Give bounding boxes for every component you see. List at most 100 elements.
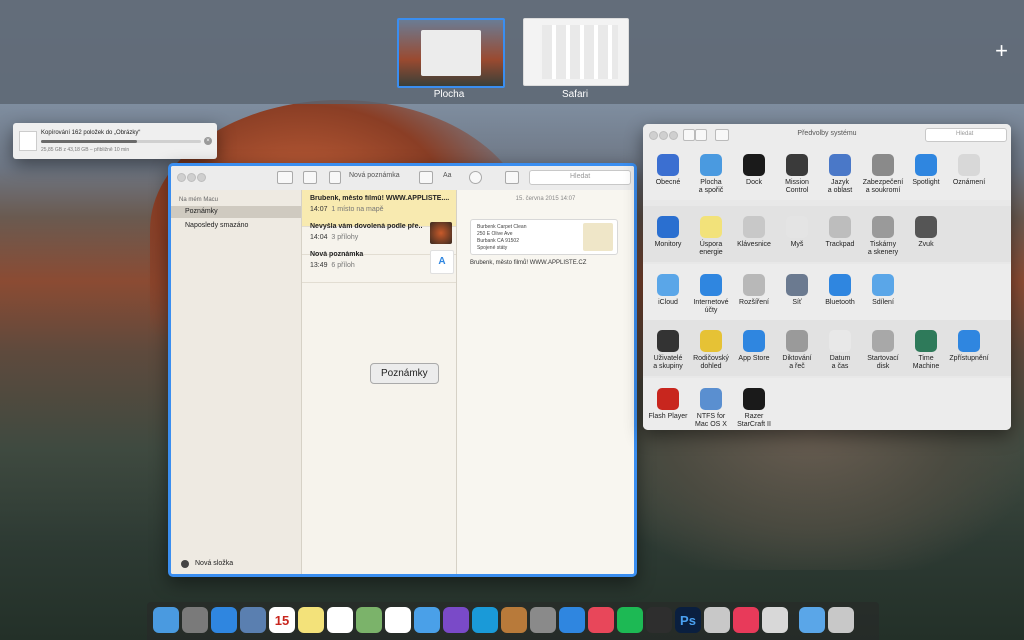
pref-pane-label: a spořič [698, 187, 724, 194]
app-store-dock-icon[interactable] [559, 607, 585, 633]
new-note-button[interactable]: Nová poznámka [349, 172, 400, 179]
prefs-row: Obecné Plocha a spořič Dock Mission Control Ja… [643, 144, 1011, 200]
pref-pane-item[interactable]: Sdílení [848, 274, 918, 307]
sidebar-section-title: Na mém Macu [179, 197, 219, 203]
pref-pane-label: Oznámení [952, 179, 986, 186]
prefs-toolbar: Předvolby systému Hledat [643, 124, 1011, 145]
pref-pane-label: účty [704, 307, 718, 314]
new-folder-label: Nová složka [195, 560, 234, 567]
map-card[interactable]: Burbenk Carpet Clean 250 E Olive Ave Bur… [470, 219, 618, 255]
map-address: Burbenk Carpet Clean [477, 224, 527, 230]
space-thumbnail-plocha[interactable] [397, 18, 505, 88]
share-icon[interactable] [505, 171, 519, 184]
map-address: 250 E Olive Ave [477, 231, 513, 237]
note-detail: 3 přílohy [331, 234, 359, 241]
sound-icon [915, 216, 937, 238]
pref-pane-label: Machine [912, 363, 940, 370]
list-item[interactable]: Nová poznámka 13:49 6 příloh A [302, 246, 456, 283]
system-preferences-icon[interactable] [530, 607, 556, 633]
system-preferences-window: Předvolby systému Hledat Obecné Plocha a s… [643, 124, 1011, 430]
pref-pane-label: energie [699, 249, 723, 256]
preview-icon[interactable] [240, 607, 266, 633]
calendar-icon[interactable]: 15 [269, 607, 295, 633]
trash-icon[interactable] [828, 607, 854, 633]
folder-item-recently-deleted[interactable]: Naposledy smazáno [171, 220, 301, 232]
copy-title: Kopírování 162 položek do „Obrázky“ [41, 130, 141, 136]
scrivener-icon[interactable] [443, 607, 469, 633]
format-button[interactable]: Aa [443, 172, 452, 179]
map-address: Spojené státy [477, 245, 508, 251]
add-folder-icon [181, 560, 189, 568]
launchpad-icon[interactable] [182, 607, 208, 633]
skype-icon[interactable] [472, 607, 498, 633]
evernote-icon[interactable] [646, 607, 672, 633]
notes-window: Nová poznámka Aa Hledat Na mém Macu Pozn… [168, 163, 637, 577]
pref-pane-item[interactable]: Razer StarCraft II [719, 388, 789, 429]
prefs-row: iCloud Internetové účty Rozšíření Síť Bluetoo… [643, 264, 1011, 320]
note-editor[interactable]: 15. června 2015 14:07 Burbenk Carpet Cle… [457, 190, 634, 574]
new-folder-button[interactable]: Nová složka [181, 560, 291, 570]
minimize-button[interactable] [187, 173, 196, 182]
space-label: Safari [561, 89, 589, 100]
notes-icon[interactable] [298, 607, 324, 633]
note-title: Nová poznámka [310, 251, 364, 258]
finder-icon[interactable] [153, 607, 179, 633]
lips-icon[interactable] [733, 607, 759, 633]
note-meta: 14:04 3 přílohy [310, 234, 358, 241]
zoom-button[interactable] [197, 173, 206, 182]
copy-detail: 25,85 GB z 43,18 GB – přibližně 10 min [41, 147, 130, 153]
note-time: 13:49 [310, 262, 328, 269]
map-address: Burbank CA 91502 [477, 238, 519, 244]
document-icon [19, 131, 37, 151]
checklist-icon[interactable] [419, 171, 433, 184]
folder-item-poznamky[interactable]: Poznámky [171, 206, 301, 218]
pref-pane-item[interactable]: Zvuk [891, 216, 961, 249]
pref-pane-label: dohled [700, 363, 722, 370]
messages-icon[interactable] [414, 607, 440, 633]
pref-pane-label: Sdílení [872, 299, 894, 306]
dock: 15 Ps [147, 602, 879, 640]
sidebar-toggle-icon[interactable] [277, 171, 293, 184]
note-title: Nevyšla vám dovolená podle pře... [310, 223, 422, 230]
attachments-icon[interactable] [303, 171, 317, 184]
spotify-icon[interactable] [617, 607, 643, 633]
maps-icon[interactable] [356, 607, 382, 633]
window-label: Poznámky [370, 363, 439, 384]
copy-progress-bar [41, 140, 201, 143]
color-icon[interactable] [469, 171, 482, 184]
folder-icon[interactable] [799, 607, 825, 633]
itunes-icon[interactable] [588, 607, 614, 633]
close-button[interactable] [177, 173, 186, 182]
note-time: 14:04 [310, 234, 328, 241]
ibooks-icon[interactable] [501, 607, 527, 633]
pref-pane-item[interactable]: Oznámení [934, 154, 1004, 187]
cancel-copy-icon[interactable]: × [204, 137, 212, 145]
utility-icon[interactable] [762, 607, 788, 633]
note-detail: 1 místo na mapě [331, 206, 384, 213]
note-meta: 13:49 6 příloh [310, 262, 355, 269]
note-date: 15. června 2015 14:07 [515, 196, 576, 202]
photos-icon[interactable] [385, 607, 411, 633]
copy-progress-fill [41, 140, 137, 143]
photoshop-icon[interactable]: Ps [675, 607, 701, 633]
note-meta: 14:07 1 místo na mapě [310, 206, 384, 213]
notes-sidebar: Na mém Macu Poznámky Naposledy smazáno N… [171, 190, 302, 574]
accessibility-icon [958, 330, 980, 352]
search-placeholder: Hledat [570, 173, 591, 180]
notes-toolbar: Nová poznámka Aa Hledat [171, 166, 634, 191]
thumbnail-window [421, 30, 481, 76]
search-input[interactable]: Hledat [529, 170, 631, 185]
mission-control-spaces-bar: Plocha Safari + [0, 0, 1024, 104]
safari-icon[interactable] [211, 607, 237, 633]
note-detail: 6 příloh [331, 262, 355, 269]
reminders-icon[interactable] [327, 607, 353, 633]
prefs-search-input[interactable]: Hledat [925, 128, 1007, 142]
map-thumbnail [583, 223, 613, 251]
add-space-button[interactable]: + [995, 38, 1008, 64]
disk-utility-icon[interactable] [704, 607, 730, 633]
space-thumbnail-safari[interactable] [523, 18, 629, 86]
pref-pane-label: StarCraft II [737, 421, 771, 428]
trash-note-icon[interactable] [329, 171, 341, 184]
pref-pane-label: a skenery [867, 249, 899, 256]
pref-pane-item[interactable]: Zpřístupnění [934, 330, 1004, 363]
